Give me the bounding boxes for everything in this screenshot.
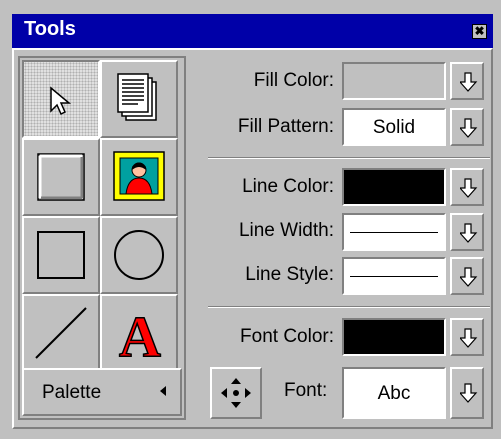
line-style-dropdown-button[interactable] <box>450 257 484 295</box>
stacked-pages-icon <box>117 73 157 121</box>
line-style-label: Line Style: <box>245 264 334 285</box>
move-button[interactable] <box>210 367 262 419</box>
rectangle-icon <box>37 231 85 279</box>
font-color-dropdown-button[interactable] <box>450 318 484 356</box>
picture-tool-button[interactable] <box>100 138 178 216</box>
arrow-down-icon <box>460 383 478 403</box>
arrow-pointer-icon <box>50 86 72 116</box>
circle-icon <box>114 230 164 280</box>
font-dropdown-button[interactable] <box>450 367 484 419</box>
line-tool-button[interactable] <box>22 294 100 372</box>
line-color-dropdown-button[interactable] <box>450 168 484 206</box>
close-icon: ✖ <box>474 24 485 38</box>
fill-color-dropdown-button[interactable] <box>450 62 484 100</box>
arrow-down-icon <box>460 72 478 92</box>
fill-pattern-label: Fill Pattern: <box>237 116 334 137</box>
fill-color-label: Fill Color: <box>253 70 334 91</box>
line-color-label: Line Color: <box>242 176 334 197</box>
rectangle-tool-button[interactable] <box>22 216 100 294</box>
font-color-swatch <box>342 318 446 356</box>
tools-window: Tools ✖ A Palette Fill Color: Fill Patte… <box>0 0 501 439</box>
line-width-dropdown-button[interactable] <box>450 213 484 251</box>
title-bar[interactable]: Tools ✖ <box>12 14 493 48</box>
text-tool-button[interactable]: A <box>100 294 178 372</box>
raised-rectangle-tool-button[interactable] <box>22 138 100 216</box>
separator <box>208 306 490 308</box>
separator <box>208 157 490 159</box>
move-arrows-icon <box>221 378 251 408</box>
font-label: Font: <box>284 380 328 401</box>
arrow-down-icon <box>460 118 478 138</box>
fill-pattern-value: Solid <box>372 117 416 138</box>
ellipse-tool-button[interactable] <box>100 216 178 294</box>
font-color-label: Font Color: <box>240 326 334 347</box>
line-width-field <box>342 213 446 251</box>
palette-button[interactable]: Palette <box>22 368 182 416</box>
letter-a-glyph: A <box>119 304 161 369</box>
letter-a-icon: A <box>118 303 162 370</box>
triangle-left-icon <box>160 386 166 396</box>
arrow-down-icon <box>460 223 478 243</box>
line-style-sample <box>350 276 438 277</box>
fill-pattern-dropdown-button[interactable] <box>450 108 484 146</box>
line-color-swatch <box>342 168 446 206</box>
font-field: Abc <box>342 367 446 419</box>
arrow-down-icon <box>460 178 478 198</box>
arrow-down-icon <box>460 328 478 348</box>
arrow-down-icon <box>460 267 478 287</box>
line-style-field <box>342 257 446 295</box>
fill-color-swatch <box>342 62 446 100</box>
fill-pattern-field: Solid <box>342 108 446 146</box>
line-width-label: Line Width: <box>238 220 334 241</box>
palette-label: Palette <box>42 382 102 403</box>
line-icon <box>35 307 87 359</box>
window-title: Tools <box>24 18 76 40</box>
close-button[interactable]: ✖ <box>472 24 487 39</box>
font-sample-text: Abc <box>377 383 411 404</box>
framed-picture-icon <box>113 151 165 201</box>
raised-rectangle-icon <box>37 153 85 201</box>
tool-grid: A Palette <box>18 56 186 420</box>
document-tool-button[interactable] <box>100 60 178 138</box>
pointer-tool-button[interactable] <box>22 60 100 138</box>
line-width-sample <box>350 232 438 233</box>
